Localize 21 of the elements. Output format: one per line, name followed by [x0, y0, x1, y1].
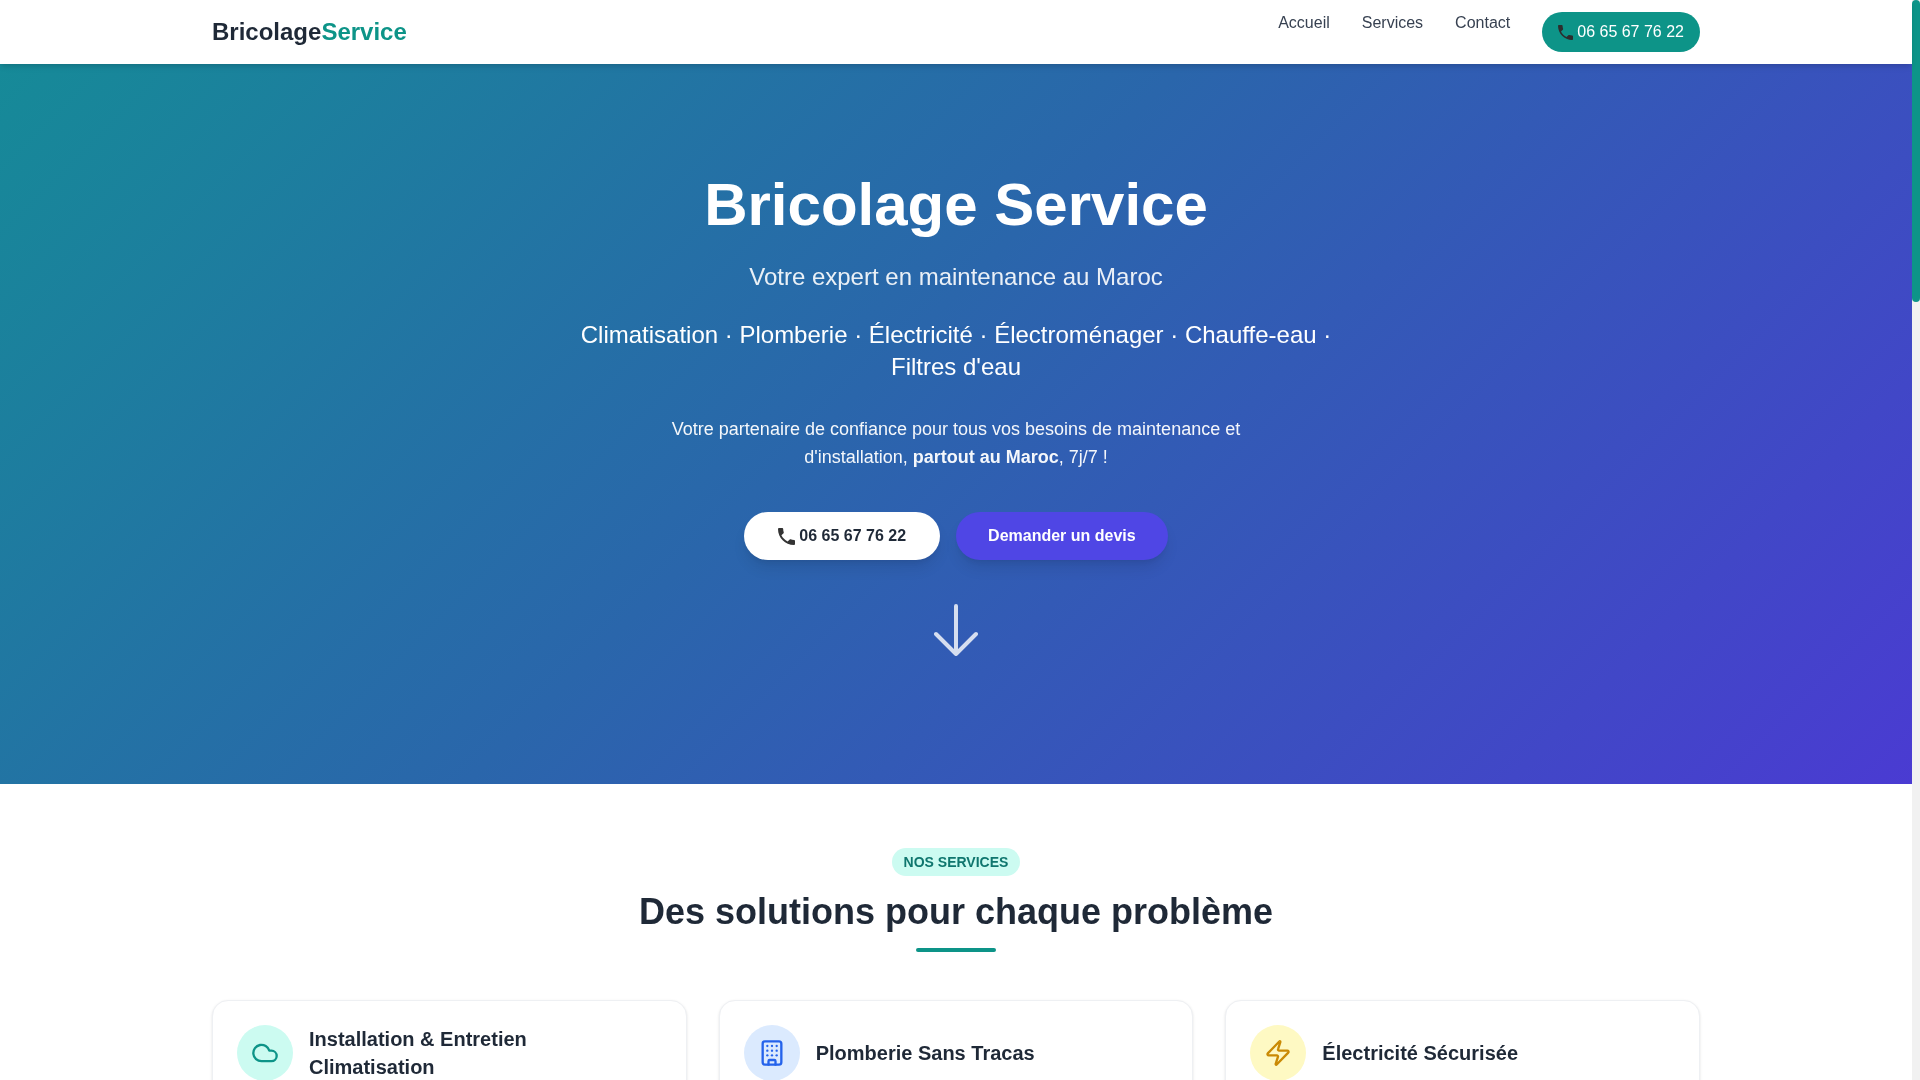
section-badge: NOS SERVICES: [891, 848, 1021, 876]
hero-subtitle: Votre expert en maintenance au Maroc: [749, 262, 1163, 292]
scrollbar-thumb[interactable]: [1912, 0, 1920, 302]
site-logo[interactable]: BricolageService: [212, 16, 407, 48]
phone-call-button[interactable]: 06 65 67 76 22: [1542, 12, 1700, 52]
phone-icon: [778, 527, 796, 545]
card-title: Plomberie Sans Tracas: [815, 1041, 1035, 1066]
nav-link[interactable]: Services: [1361, 11, 1424, 35]
card-title: Électricité Sécurisée: [1322, 1041, 1518, 1066]
quote-request-button[interactable]: Demander un devis: [956, 512, 1168, 560]
cloud-icon: [237, 1025, 293, 1080]
section-heading: Des solutions pour chaque problème: [638, 892, 1274, 932]
phone-icon: [1558, 24, 1574, 40]
card-title: Installation & Entretien Climatisation: [309, 1027, 528, 1080]
services-list-text: Climatisation · Plomberie · Électricité · Électroménager · Chauffe-eau · Filtres d'eau: [579, 320, 1333, 382]
phone-call-button[interactable]: 06 65 67 76 22: [744, 512, 941, 560]
hero-title: Bricolage Service: [704, 175, 1208, 235]
nav-link[interactable]: Contact: [1455, 11, 1511, 35]
arrow-down-icon[interactable]: [934, 604, 978, 656]
hero-description: Votre partenaire de confiance pour tous vos besoins de maintenance et d'installation, partout au Maroc, 7j/7 !: [670, 418, 1242, 469]
nav-link[interactable]: Accueil: [1278, 11, 1330, 35]
